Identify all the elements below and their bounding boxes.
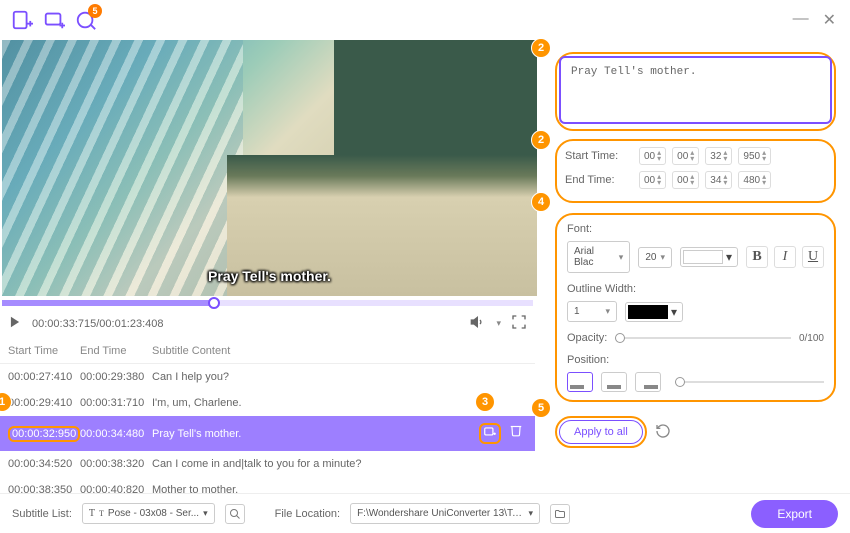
font-color-select[interactable]: ▾: [680, 247, 738, 267]
callout-4: 4: [531, 192, 551, 212]
export-button[interactable]: Export: [751, 500, 838, 528]
add-subtitle-icon[interactable]: [479, 423, 501, 444]
cell-end: 00:00:38:320: [80, 458, 152, 470]
cell-start: 00:00:29:410: [8, 397, 80, 409]
subtitle-table: Start Time End Time Subtitle Content 00:…: [0, 339, 535, 493]
callout-2a: 2: [531, 38, 551, 58]
header-start: Start Time: [8, 345, 80, 357]
position-slider[interactable]: [675, 381, 824, 383]
video-preview[interactable]: Pray Tell's mother.: [2, 40, 537, 296]
import-file-icon[interactable]: [10, 8, 34, 32]
subtitle-list-label: Subtitle List:: [12, 508, 72, 520]
subtitle-list-select[interactable]: TT Pose - 03x08 - Ser...▾: [82, 503, 215, 524]
play-button[interactable]: [8, 315, 22, 332]
cell-content: Can I help you?: [152, 371, 527, 383]
progress-bar[interactable]: [2, 300, 533, 306]
toolbar-badge: 5: [88, 4, 102, 18]
minimize-button[interactable]: —: [793, 10, 809, 30]
preview-subtitle-overlay: Pray Tell's mother.: [208, 268, 331, 284]
callout-3: 3: [475, 392, 495, 412]
cell-end: 00:00:40:820: [80, 484, 152, 493]
cell-start: 00:00:34:520: [8, 458, 80, 470]
file-location-label: File Location:: [275, 508, 340, 520]
preview-waves: [2, 40, 243, 296]
volume-dropdown-icon[interactable]: ▾: [496, 318, 501, 329]
bottom-bar: Subtitle List: TT Pose - 03x08 - Ser...▾…: [0, 493, 850, 533]
header-end: End Time: [80, 345, 152, 357]
top-toolbar: 5: [0, 0, 850, 40]
callout-5: 5: [531, 398, 551, 418]
preview-forest: [334, 40, 537, 155]
table-row[interactable]: 00:00:38:350 00:00:40:820 Mother to moth…: [0, 477, 535, 493]
subtitle-text-input[interactable]: [559, 56, 832, 124]
position-bottom-right[interactable]: [635, 372, 661, 392]
end-seconds-spinner[interactable]: 34▴▾: [705, 171, 732, 189]
close-button[interactable]: ✕: [823, 10, 836, 30]
font-label: Font:: [567, 223, 824, 235]
header-content: Subtitle Content: [152, 345, 527, 357]
table-row[interactable]: 00:00:27:410 00:00:29:380 Can I help you…: [0, 364, 535, 390]
cell-start: 00:00:27:410: [8, 371, 80, 383]
cell-content: I'm, um, Charlene.: [152, 397, 527, 409]
cell-content: Pray Tell's mother.: [152, 428, 479, 440]
start-hours-spinner[interactable]: 00▴▾: [639, 147, 666, 165]
cell-end: 00:00:34:480: [80, 428, 152, 440]
cell-content: Can I come in and|talk to you for a minu…: [152, 458, 527, 470]
font-family-select[interactable]: Arial Blac▾: [567, 241, 630, 273]
start-time-label: Start Time:: [565, 150, 633, 162]
opacity-slider[interactable]: [615, 337, 791, 339]
font-size-select[interactable]: 20▾: [638, 247, 672, 268]
italic-button[interactable]: I: [774, 246, 796, 268]
outline-width-select[interactable]: 1▾: [567, 301, 617, 322]
cell-start: 00:00:32:950: [12, 428, 76, 440]
end-time-label: End Time:: [565, 174, 633, 186]
table-header: Start Time End Time Subtitle Content: [0, 339, 535, 364]
browse-folder-button[interactable]: [550, 504, 570, 524]
apply-to-all-button[interactable]: Apply to all: [559, 420, 643, 444]
time-display: 00:00:33:715/00:01:23:408: [32, 318, 164, 330]
file-location-select[interactable]: F:\Wondershare UniConverter 13\To-bur▾: [350, 503, 540, 524]
position-bottom-left[interactable]: [567, 372, 593, 392]
callout-2b: 2: [531, 130, 551, 150]
cell-start: 00:00:38:350: [8, 484, 80, 493]
underline-button[interactable]: U: [802, 246, 824, 268]
outline-color-select[interactable]: ▾: [625, 302, 683, 322]
end-ms-spinner[interactable]: 480▴▾: [738, 171, 771, 189]
start-minutes-spinner[interactable]: 00▴▾: [672, 147, 699, 165]
search-subtitle-button[interactable]: [225, 504, 245, 524]
opacity-value: 0/100: [799, 333, 824, 344]
position-bottom-center[interactable]: [601, 372, 627, 392]
table-row[interactable]: 00:00:34:520 00:00:38:320 Can I come in …: [0, 451, 535, 477]
reset-icon[interactable]: [655, 423, 671, 442]
cell-end: 00:00:29:380: [80, 371, 152, 383]
end-minutes-spinner[interactable]: 00▴▾: [672, 171, 699, 189]
end-hours-spinner[interactable]: 00▴▾: [639, 171, 666, 189]
table-row[interactable]: 00:00:29:410 00:00:31:710 I'm, um, Charl…: [0, 390, 535, 416]
position-label: Position:: [567, 354, 824, 366]
outline-width-label: Outline Width:: [567, 283, 824, 295]
bold-button[interactable]: B: [746, 246, 768, 268]
start-ms-spinner[interactable]: 950▴▾: [738, 147, 771, 165]
delete-subtitle-icon[interactable]: [509, 423, 523, 444]
table-row-selected[interactable]: 1 3 00:00:32:950 00:00:34:480 Pray Tell'…: [0, 416, 535, 451]
start-seconds-spinner[interactable]: 32▴▾: [705, 147, 732, 165]
volume-button[interactable]: [470, 314, 486, 333]
opacity-label: Opacity:: [567, 332, 607, 344]
add-text-icon[interactable]: [42, 8, 66, 32]
fullscreen-button[interactable]: [511, 314, 527, 333]
cell-content: Mother to mother.: [152, 484, 527, 493]
cell-end: 00:00:31:710: [80, 397, 152, 409]
